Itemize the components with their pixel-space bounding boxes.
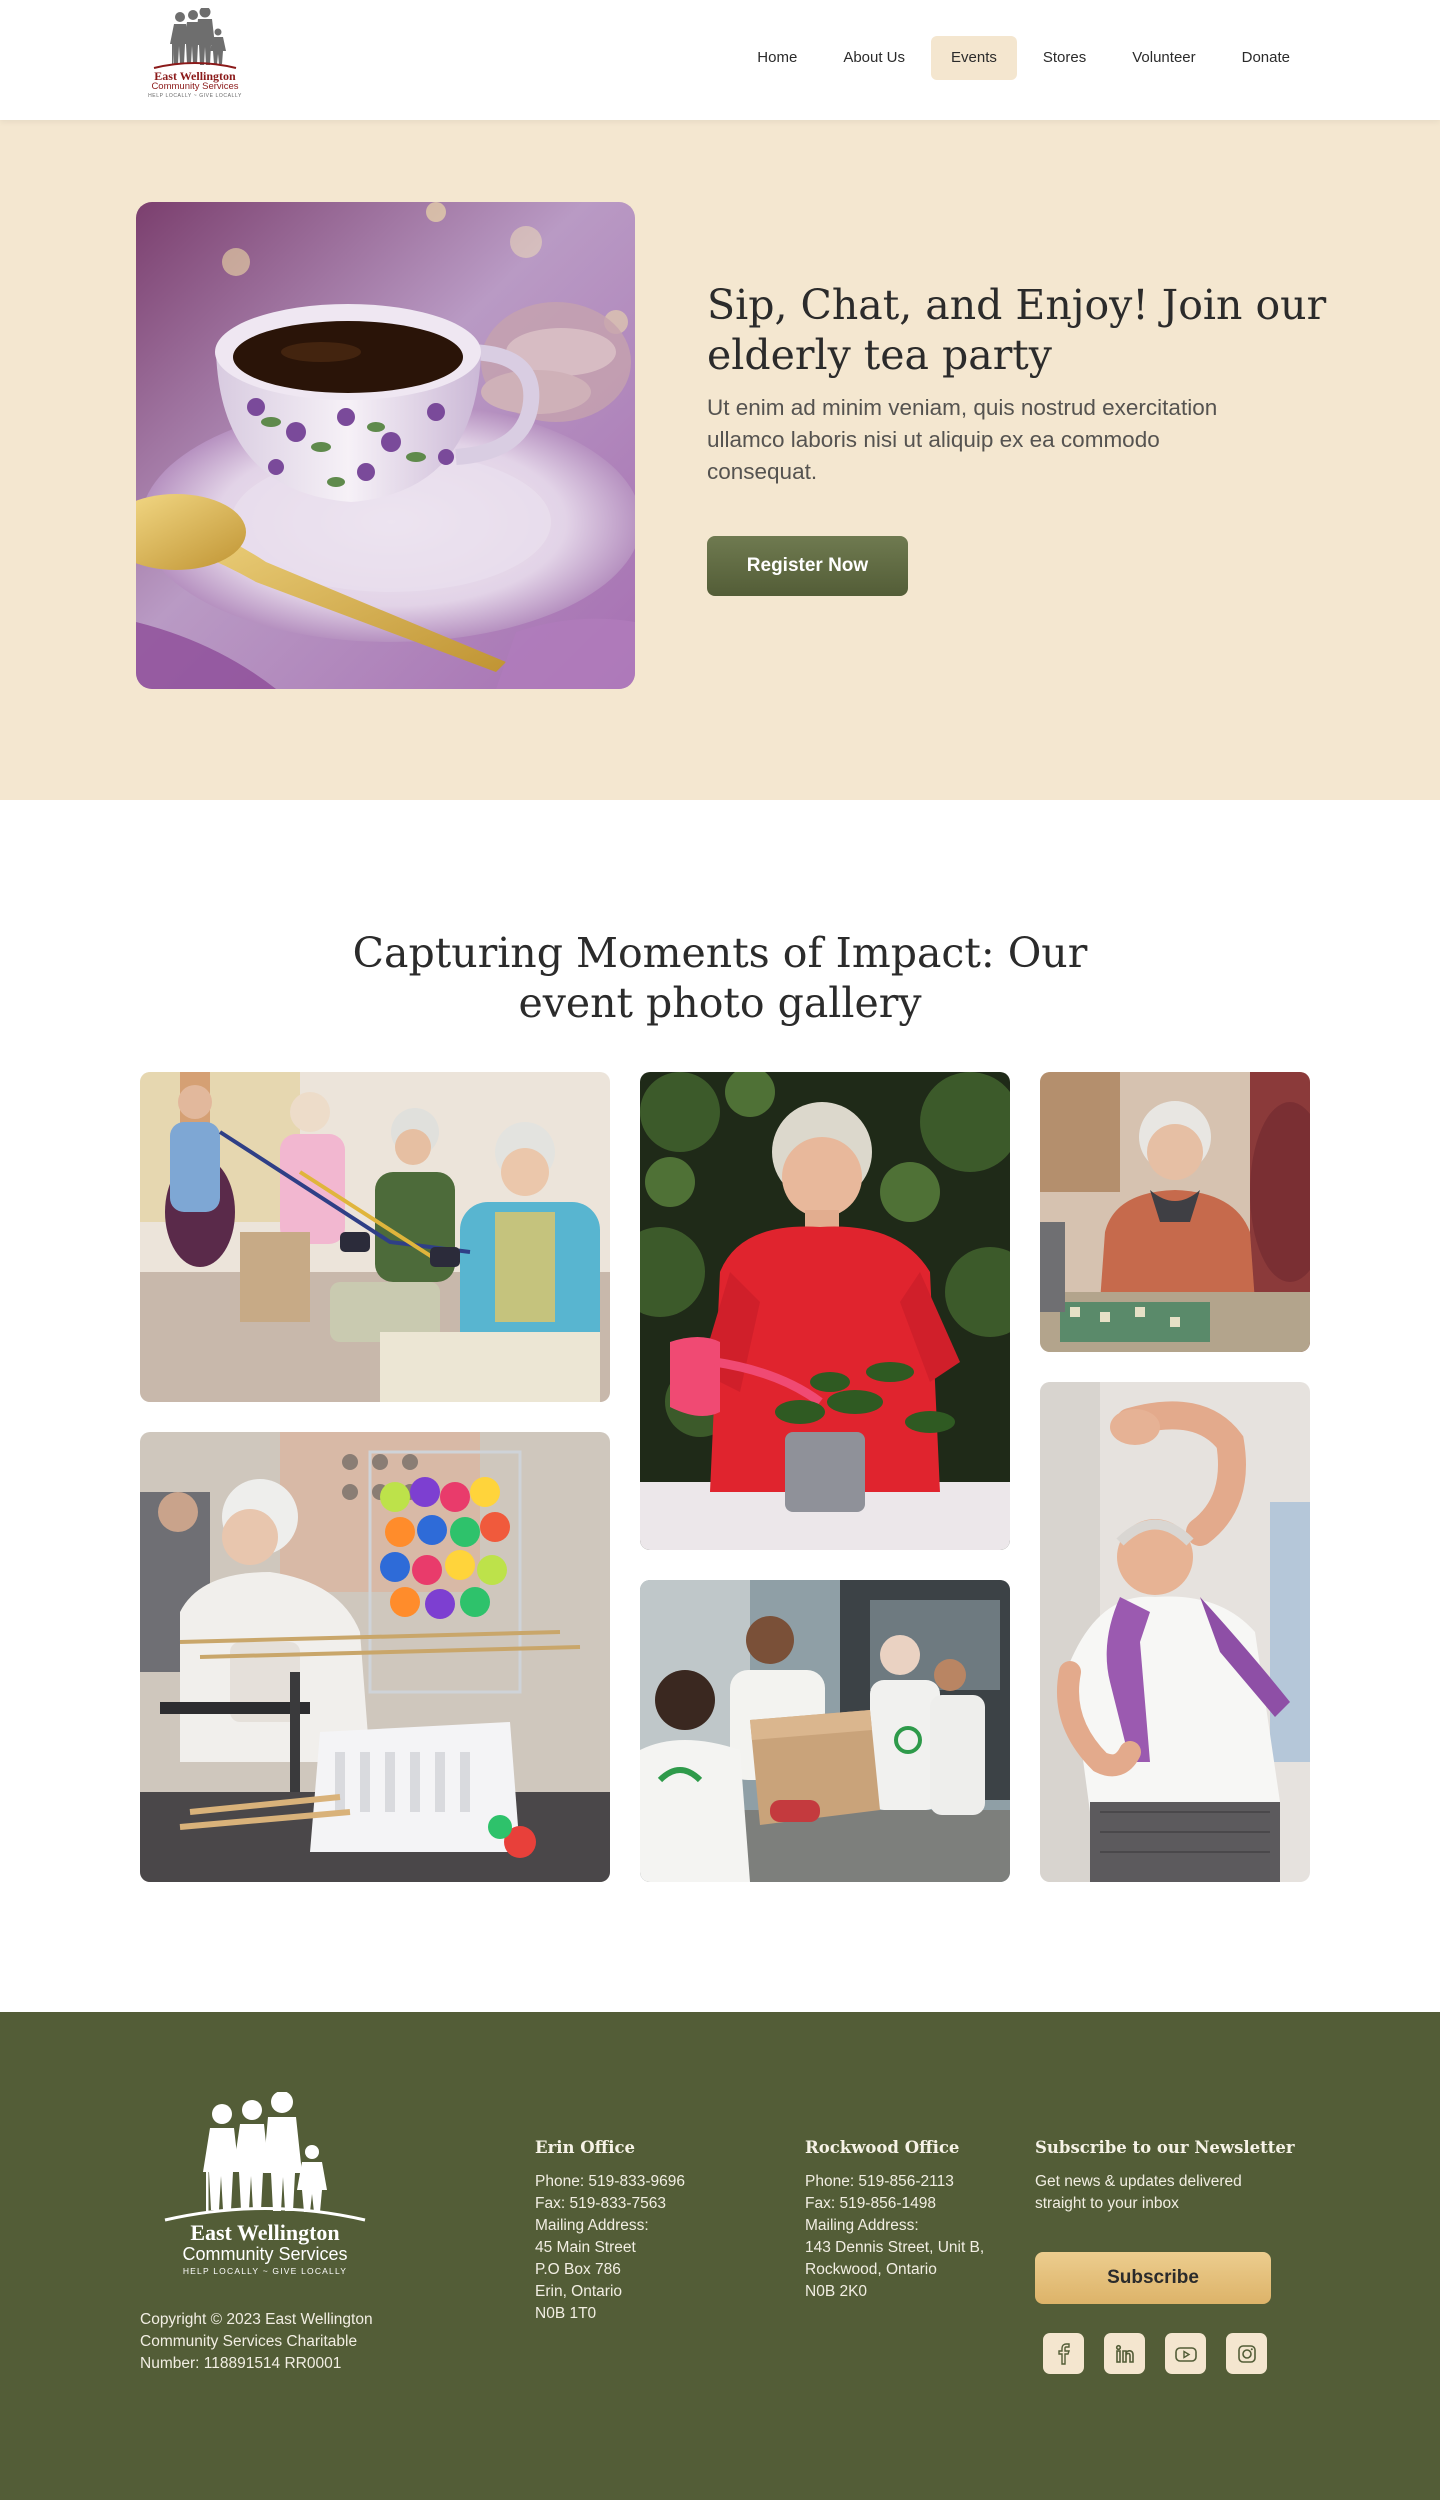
erin-office-line: N0B 1T0 [535,2305,597,2322]
site-header: East Wellington Community Services HELP … [0,0,1440,120]
logo-tagline: HELP LOCALLY ~ GIVE LOCALLY [148,93,242,99]
social-links [1043,2333,1267,2374]
erin-office-line: P.O Box 786 [535,2261,621,2278]
rockwood-office-line: Phone: 519-856-2113 [805,2173,954,2190]
newsletter-description: Get news & updates delivered straight to… [1035,2173,1242,2212]
hero-title: Sip, Chat, and Enjoy! Join our elderly t… [707,281,1327,379]
nav-home[interactable]: Home [737,36,817,80]
logo-subname: Community Services [151,81,239,92]
erin-office-title: Erin Office [535,2138,636,2157]
footer-logo-name: East Wellington [190,2220,340,2245]
nav-events[interactable]: Events [931,36,1017,80]
instagram-icon[interactable] [1226,2333,1267,2374]
nav-donate[interactable]: Donate [1222,36,1310,80]
linkedin-icon[interactable] [1104,2333,1145,2374]
rockwood-office-line: Mailing Address: [805,2217,919,2234]
nav-volunteer[interactable]: Volunteer [1112,36,1215,80]
family-silhouette-icon [164,2092,366,2222]
facebook-icon[interactable] [1043,2333,1084,2374]
erin-office-line: Fax: 519-833-7563 [535,2195,666,2212]
volunteers-handing-box-photo[interactable] [640,1580,1010,1882]
rockwood-office-title: Rockwood Office [805,2138,960,2157]
hero-section: Sip, Chat, and Enjoy! Join our elderly t… [0,120,1440,800]
senior-playing-board-game-photo[interactable] [1040,1072,1310,1352]
footer-logo-tagline: HELP LOCALLY ~ GIVE LOCALLY [182,2266,348,2276]
rockwood-office-line: N0B 2K0 [805,2283,868,2300]
copyright-text: Copyright © 2023 East Wellington Communi… [140,2311,373,2372]
main-nav: Home About Us Events Stores Volunteer Do… [737,36,1310,80]
newsletter-title: Subscribe to our Newsletter [1035,2138,1295,2157]
footer-logo[interactable]: East Wellington Community Services HELP … [160,2092,370,2292]
hero-content: Sip, Chat, and Enjoy! Join our elderly t… [707,280,1327,596]
senior-stretching-photo[interactable] [1040,1382,1310,1882]
youtube-icon[interactable] [1165,2333,1206,2374]
family-silhouette-icon [153,8,237,69]
erin-office: Erin Office Phone: 519-833-9696 Fax: 519… [535,2138,685,2325]
rockwood-office: Rockwood Office Phone: 519-856-2113 Fax:… [805,2138,984,2303]
gallery-title: Capturing Moments of Impact: Our event p… [352,929,1088,1027]
erin-office-line: 45 Main Street [535,2239,636,2256]
register-now-button[interactable]: Register Now [707,536,908,596]
newsletter: Subscribe to our Newsletter Get news & u… [1035,2138,1295,2398]
teacup-photo [136,202,635,689]
erin-office-line: Phone: 519-833-9696 [535,2173,685,2190]
subscribe-button[interactable]: Subscribe [1035,2252,1271,2304]
senior-playing-kerplunk-photo[interactable] [140,1432,610,1882]
footer-logo-subname: Community Services [182,2244,348,2264]
nav-about-us[interactable]: About Us [823,36,925,80]
erin-office-line: Mailing Address: [535,2217,649,2234]
rockwood-office-line: Fax: 519-856-1498 [805,2195,936,2212]
seniors-exercise-bands-photo[interactable] [140,1072,610,1402]
senior-watering-plant-photo[interactable] [640,1072,1010,1550]
erin-office-line: Erin, Ontario [535,2283,623,2300]
site-footer: East Wellington Community Services HELP … [0,2012,1440,2500]
rockwood-office-line: 143 Dennis Street, Unit B, [805,2239,985,2256]
hero-description: Ut enim ad minim veniam, quis nostrud ex… [707,395,1218,484]
photo-gallery-section: Capturing Moments of Impact: Our event p… [0,800,1440,2012]
nav-stores[interactable]: Stores [1023,36,1106,80]
site-logo[interactable]: East Wellington Community Services HELP … [137,8,253,112]
rockwood-office-line: Rockwood, Ontario [805,2261,937,2278]
